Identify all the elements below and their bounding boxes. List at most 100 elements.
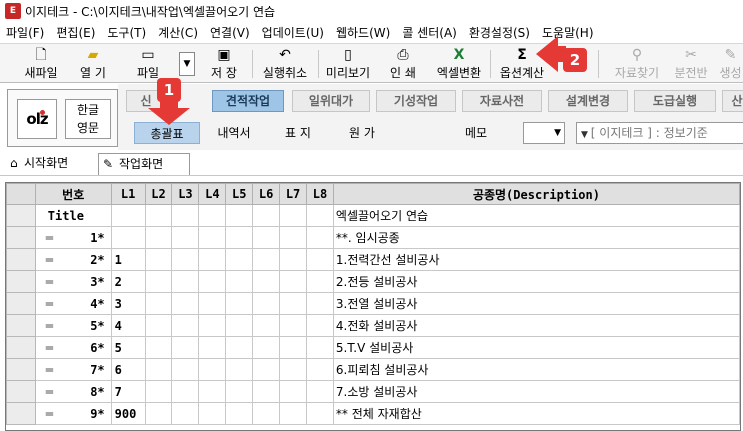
open-button[interactable]: ▰ 열 기 xyxy=(70,46,116,82)
description-cell[interactable]: 5.T.V 설비공사 xyxy=(332,336,740,359)
level-3-cell[interactable] xyxy=(171,336,200,359)
menu-file[interactable]: 파일(F) xyxy=(0,24,50,41)
row-selector[interactable] xyxy=(6,314,36,337)
data-search-button[interactable]: ⚲ 자료찾기 xyxy=(608,46,666,82)
row-number-cell[interactable]: ═ 4* xyxy=(34,292,112,315)
level-2-cell[interactable] xyxy=(144,226,173,249)
level-8-cell[interactable] xyxy=(306,358,334,381)
level-3-cell[interactable] xyxy=(171,380,200,403)
row-selector[interactable] xyxy=(6,226,36,249)
description-cell[interactable]: 1.전력간선 설비공사 xyxy=(332,248,740,271)
row-number-cell[interactable]: ═ 5* xyxy=(34,314,112,337)
drag-handle-icon[interactable]: ═ xyxy=(46,275,53,289)
menu-edit[interactable]: 편집(E) xyxy=(50,24,101,41)
row-number-cell[interactable]: Title xyxy=(34,204,112,227)
print-button[interactable]: ⎙ 인 쇄 xyxy=(380,46,426,82)
menu-tools[interactable]: 도구(T) xyxy=(101,24,152,41)
subtab-cost[interactable]: 원 가 xyxy=(338,122,386,144)
menu-callcenter[interactable]: 콜 센터(A) xyxy=(396,24,463,41)
table-row[interactable]: ═ 4* 3 3.전열 설비공사 xyxy=(6,292,740,315)
row-selector[interactable] xyxy=(6,358,36,381)
header-l1[interactable]: L1 xyxy=(110,183,146,205)
table-row[interactable]: ═ 8* 7 7.소방 설비공사 xyxy=(6,380,740,403)
level-1-cell[interactable]: 1 xyxy=(110,248,146,271)
description-cell[interactable]: 6.피뢰침 설비공사 xyxy=(332,358,740,381)
header-description[interactable]: 공종명(Description) xyxy=(332,183,740,205)
level-7-cell[interactable] xyxy=(279,248,308,271)
level-4-cell[interactable] xyxy=(198,380,227,403)
description-cell[interactable]: **. 임시공종 xyxy=(332,226,740,249)
save-button[interactable]: ▣ 저 장 xyxy=(202,46,246,82)
row-number-cell[interactable]: ═ 9* xyxy=(34,402,112,425)
row-number-cell[interactable]: ═ 2* xyxy=(34,248,112,271)
header-selector[interactable] xyxy=(6,183,36,205)
level-1-cell[interactable]: 5 xyxy=(110,336,146,359)
description-cell[interactable]: 4.전화 설비공사 xyxy=(332,314,740,337)
drag-handle-icon[interactable]: ═ xyxy=(46,297,53,311)
table-row[interactable]: Title 엑셀끌어오기 연습 xyxy=(6,204,740,227)
level-4-cell[interactable] xyxy=(198,314,227,337)
split-panel-button[interactable]: ✂ 분전반 xyxy=(668,46,714,82)
row-selector[interactable] xyxy=(6,380,36,403)
level-6-cell[interactable] xyxy=(252,226,281,249)
menu-webhard[interactable]: 웹하드(W) xyxy=(330,24,396,41)
preview-button[interactable]: ▯ 미리보기 xyxy=(322,46,374,82)
row-selector[interactable] xyxy=(6,204,36,227)
subtab-details[interactable]: 내역서 xyxy=(206,122,262,144)
description-cell[interactable]: 3.전열 설비공사 xyxy=(332,292,740,315)
level-3-cell[interactable] xyxy=(171,248,200,271)
row-number-cell[interactable]: ═ 8* xyxy=(34,380,112,403)
level-1-cell[interactable]: 900 xyxy=(110,402,146,425)
level-8-cell[interactable] xyxy=(306,336,334,359)
level-1-cell[interactable]: 3 xyxy=(110,292,146,315)
level-7-cell[interactable] xyxy=(279,336,308,359)
level-2-cell[interactable] xyxy=(144,248,173,271)
level-2-cell[interactable] xyxy=(144,204,173,227)
level-2-cell[interactable] xyxy=(144,380,173,403)
menu-settings[interactable]: 환경설정(S) xyxy=(463,24,536,41)
row-selector[interactable] xyxy=(6,270,36,293)
table-row[interactable]: ═ 2* 1 1.전력간선 설비공사 xyxy=(6,248,740,271)
level-7-cell[interactable] xyxy=(279,270,308,293)
header-l7[interactable]: L7 xyxy=(279,183,308,205)
tab-unit-cost[interactable]: 일위대가 xyxy=(292,90,370,112)
level-3-cell[interactable] xyxy=(171,270,200,293)
description-cell[interactable]: 7.소방 설비공사 xyxy=(332,380,740,403)
level-5-cell[interactable] xyxy=(225,358,254,381)
level-5-cell[interactable] xyxy=(225,292,254,315)
row-number-cell[interactable]: ═ 6* xyxy=(34,336,112,359)
level-2-cell[interactable] xyxy=(144,270,173,293)
level-7-cell[interactable] xyxy=(279,314,308,337)
row-number-cell[interactable]: ═ 1* xyxy=(34,226,112,249)
menu-update[interactable]: 업데이트(U) xyxy=(256,24,330,41)
level-3-cell[interactable] xyxy=(171,204,200,227)
description-cell[interactable]: 2.전등 설비공사 xyxy=(332,270,740,293)
tab-dictionary[interactable]: 자료사전 xyxy=(462,90,542,112)
level-4-cell[interactable] xyxy=(198,402,227,425)
drag-handle-icon[interactable]: ═ xyxy=(46,341,53,355)
level-8-cell[interactable] xyxy=(306,314,334,337)
level-1-cell[interactable]: 2 xyxy=(110,270,146,293)
level-8-cell[interactable] xyxy=(306,248,334,271)
level-7-cell[interactable] xyxy=(279,292,308,315)
header-l2[interactable]: L2 xyxy=(144,183,173,205)
level-5-cell[interactable] xyxy=(225,336,254,359)
level-7-cell[interactable] xyxy=(279,358,308,381)
level-3-cell[interactable] xyxy=(171,292,200,315)
drag-handle-icon[interactable]: ═ xyxy=(46,407,53,421)
drag-handle-icon[interactable]: ═ xyxy=(46,363,53,377)
level-3-cell[interactable] xyxy=(171,358,200,381)
level-5-cell[interactable] xyxy=(225,380,254,403)
level-6-cell[interactable] xyxy=(252,380,281,403)
menu-calc[interactable]: 계산(C) xyxy=(152,24,204,41)
header-l6[interactable]: L6 xyxy=(252,183,281,205)
language-toggle[interactable]: 한글 영문 xyxy=(65,99,111,139)
description-cell[interactable]: 엑셀끌어오기 연습 xyxy=(332,204,740,227)
header-l8[interactable]: L8 xyxy=(306,183,334,205)
table-row[interactable]: ═ 5* 4 4.전화 설비공사 xyxy=(6,314,740,337)
new-file-button[interactable]: 🗋 새파일 xyxy=(18,46,64,82)
level-8-cell[interactable] xyxy=(306,270,334,293)
level-3-cell[interactable] xyxy=(171,226,200,249)
level-4-cell[interactable] xyxy=(198,292,227,315)
table-row[interactable]: ═ 1* **. 임시공종 xyxy=(6,226,740,249)
